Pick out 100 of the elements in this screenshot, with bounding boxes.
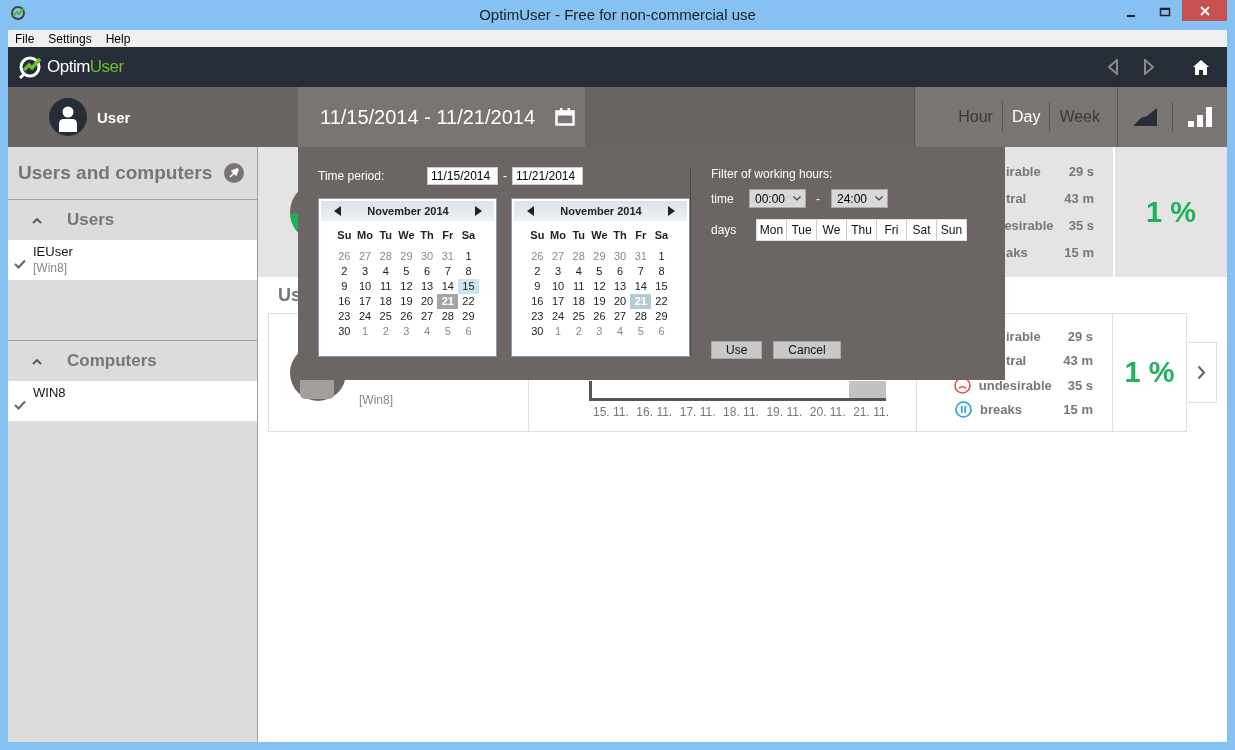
calendar-day[interactable]: 25 [375, 309, 397, 324]
calendar-day[interactable]: 4 [416, 324, 438, 339]
menu-item[interactable]: File [15, 31, 35, 46]
calendar-day[interactable]: 5 [396, 264, 417, 279]
calendar-day[interactable]: 30 [334, 324, 355, 339]
menu-item[interactable]: Settings [48, 31, 92, 46]
bar-chart-icon[interactable] [1188, 107, 1212, 127]
calendar-button[interactable] [545, 87, 585, 147]
calendar-day[interactable]: 7 [630, 264, 652, 279]
calendar-day[interactable]: 6 [651, 324, 672, 339]
calendar-day[interactable]: 12 [589, 279, 610, 294]
calendar-day[interactable]: 12 [396, 279, 417, 294]
calendar-day[interactable]: 2 [375, 324, 397, 339]
calendar-day[interactable]: 29 [589, 249, 610, 264]
calendar-day[interactable]: 22 [458, 294, 479, 309]
calendar-day[interactable]: 11 [375, 279, 397, 294]
calendar-day[interactable]: 9 [527, 279, 548, 294]
calendar-icon[interactable] [555, 108, 575, 126]
next-month-icon[interactable] [668, 206, 675, 216]
calendar-day[interactable]: 30 [609, 249, 631, 264]
calendar-day[interactable]: 15 [651, 279, 672, 294]
caret-icon[interactable] [32, 216, 42, 224]
calendar-day[interactable]: 2 [527, 264, 548, 279]
time-from-select[interactable]: 00:00 [749, 189, 806, 208]
calendar-day[interactable]: 19 [589, 294, 610, 309]
calendar-day[interactable]: 27 [354, 249, 376, 264]
calendar-day[interactable]: 4 [375, 264, 397, 279]
calendar-day[interactable]: 6 [609, 264, 631, 279]
calendar-day[interactable]: 3 [547, 264, 569, 279]
calendar-day[interactable]: 16 [334, 294, 355, 309]
calendar-day[interactable]: 3 [589, 324, 610, 339]
chevron-right-icon[interactable] [1197, 365, 1206, 380]
calendar-day[interactable]: 28 [437, 309, 459, 324]
calendar-day[interactable]: 1 [354, 324, 376, 339]
close-button[interactable] [1182, 0, 1227, 21]
calendar-day[interactable]: 5 [589, 264, 610, 279]
calendar-day[interactable]: 18 [375, 294, 397, 309]
back-icon[interactable] [1107, 59, 1119, 75]
calendar-day[interactable]: 14 [437, 279, 459, 294]
home-icon[interactable] [1193, 59, 1209, 75]
calendar-day[interactable]: 28 [375, 249, 397, 264]
calendar-day[interactable]: 10 [354, 279, 376, 294]
chevron-down-icon[interactable] [875, 196, 884, 201]
calendar-day[interactable]: 3 [396, 324, 417, 339]
menu-item[interactable]: Help [105, 31, 131, 46]
close-icon[interactable] [1199, 5, 1210, 16]
calendar-day[interactable]: 29 [458, 309, 479, 324]
calendar-day[interactable]: 26 [527, 249, 548, 264]
time-to-select[interactable]: 24:00 [831, 189, 888, 208]
calendar-day[interactable]: 18 [568, 294, 590, 309]
calendar-day[interactable]: 25 [568, 309, 590, 324]
calendar-day[interactable]: 5 [630, 324, 652, 339]
calendar-day[interactable]: 17 [547, 294, 569, 309]
calendar-day[interactable]: 1 [458, 249, 479, 264]
calendar-day[interactable]: 31 [630, 249, 652, 264]
calendar-day[interactable]: 9 [334, 279, 355, 294]
calendar-day[interactable]: 8 [458, 264, 479, 279]
calendar-day[interactable]: 2 [568, 324, 590, 339]
calendar-day[interactable]: 26 [589, 309, 610, 324]
calendar-day[interactable]: 27 [547, 249, 569, 264]
calendar-day[interactable]: 11 [568, 279, 590, 294]
calendar-day[interactable]: 30 [527, 324, 548, 339]
area-chart-icon[interactable] [1133, 108, 1157, 126]
calendar-day[interactable]: 5 [437, 324, 459, 339]
calendar-day[interactable]: 24 [547, 309, 569, 324]
granularity-tab[interactable]: Day [1007, 108, 1045, 126]
calendar-day[interactable]: 27 [609, 309, 631, 324]
calendar-day[interactable]: 20 [609, 294, 631, 309]
use-button[interactable]: Use [711, 341, 763, 359]
calendar-day[interactable]: 6 [416, 264, 438, 279]
forward-icon[interactable] [1143, 59, 1155, 75]
calendar-day[interactable]: 30 [416, 249, 438, 264]
previous-month-icon[interactable] [334, 206, 341, 216]
calendar-day[interactable]: 31 [437, 249, 459, 264]
calendar-day[interactable]: 1 [651, 249, 672, 264]
calendar-day[interactable]: 17 [354, 294, 376, 309]
calendar-day[interactable]: 8 [651, 264, 672, 279]
calendar-day[interactable]: 23 [527, 309, 548, 324]
calendar-day[interactable]: 19 [396, 294, 417, 309]
calendar-day[interactable]: 28 [630, 309, 652, 324]
maximize-icon[interactable] [1159, 6, 1171, 18]
date-to-field[interactable]: 11/21/2014 [512, 167, 583, 185]
calendar-day[interactable]: 28 [568, 249, 590, 264]
date-from-field[interactable]: 11/15/2014 [427, 167, 498, 185]
calendar-day[interactable]: 27 [416, 309, 438, 324]
calendar-day[interactable]: 13 [609, 279, 631, 294]
list-item[interactable]: WIN8 [8, 381, 257, 421]
calendar-day[interactable]: 26 [334, 249, 355, 264]
calendar-day[interactable]: 16 [527, 294, 548, 309]
calendar-day[interactable]: 1 [547, 324, 569, 339]
cancel-button[interactable]: Cancel [773, 341, 841, 359]
calendar-day[interactable]: 6 [458, 324, 479, 339]
calendar-day[interactable]: 4 [609, 324, 631, 339]
previous-month-icon[interactable] [527, 206, 534, 216]
caret-icon[interactable] [32, 357, 42, 365]
calendar-day[interactable]: 13 [416, 279, 438, 294]
calendar-day[interactable]: 14 [630, 279, 652, 294]
calendar-day[interactable]: 20 [416, 294, 438, 309]
calendar-day[interactable]: 24 [354, 309, 376, 324]
calendar-day[interactable]: 4 [568, 264, 590, 279]
